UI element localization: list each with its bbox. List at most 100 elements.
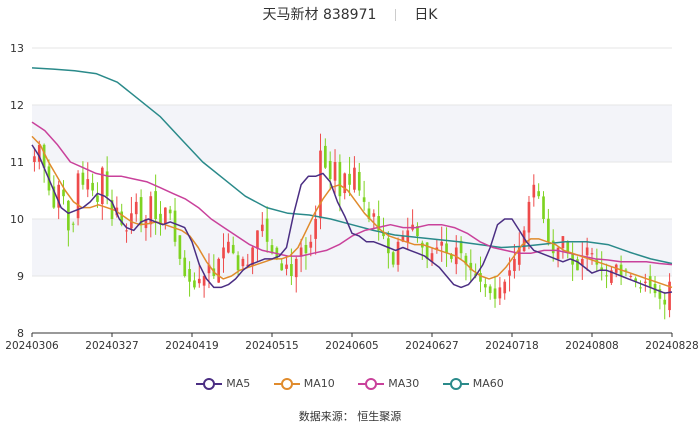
candle-body <box>96 195 99 202</box>
candle-body <box>222 247 225 259</box>
candle-body <box>173 210 177 242</box>
candle <box>663 291 667 320</box>
candle-body <box>328 160 332 180</box>
candle-body <box>168 209 172 214</box>
candle-body <box>319 150 322 219</box>
candle <box>91 173 94 197</box>
x-tick-label: 20240327 <box>85 340 138 352</box>
candle-body <box>391 252 395 265</box>
candle-body <box>493 288 497 299</box>
candle-body <box>154 191 157 219</box>
candle <box>653 276 657 298</box>
x-tick-label: 20240515 <box>245 340 298 352</box>
candle <box>343 172 347 200</box>
candle-body <box>527 201 531 233</box>
candle-body <box>86 179 90 190</box>
x-tick-label: 20240605 <box>325 340 378 352</box>
y-tick-label: 8 <box>17 327 24 340</box>
legend-label-ma10: MA10 <box>303 376 335 390</box>
candlestick-chart: 8910111213 20240306 20240327 20240419 20240… <box>5 42 699 352</box>
candle <box>294 256 298 293</box>
candle <box>484 278 487 297</box>
candle-body <box>285 264 288 269</box>
candle-body <box>294 258 298 278</box>
legend-swatch-ma60 <box>442 377 469 390</box>
candle-body <box>484 284 487 288</box>
candle-body <box>556 247 560 259</box>
candle <box>537 183 540 199</box>
y-tick-label: 10 <box>10 213 24 226</box>
candle <box>488 284 492 300</box>
candle-body <box>353 167 356 190</box>
candle <box>348 156 351 197</box>
candle-body <box>67 200 70 231</box>
candle <box>658 284 662 310</box>
candle-body <box>508 270 511 276</box>
candle-body <box>76 173 80 219</box>
candle-body <box>348 173 351 185</box>
legend-item-ma30[interactable]: MA30 <box>358 377 419 390</box>
candle <box>217 257 220 283</box>
candle-body <box>396 241 400 265</box>
legend-item-ma60[interactable]: MA60 <box>442 376 504 390</box>
y-tick-label: 11 <box>10 156 24 169</box>
legend-swatch-ma5 <box>196 377 223 390</box>
grid-band <box>32 105 672 162</box>
candle <box>62 180 65 205</box>
candle-body <box>532 184 536 198</box>
y-axis: 8 9 10 11 12 13 <box>10 42 24 340</box>
candle <box>362 180 366 211</box>
legend-item-ma10[interactable]: MA10 <box>273 376 335 390</box>
y-tick-label: 9 <box>17 270 24 283</box>
candle-body <box>362 197 366 202</box>
candle <box>338 154 342 212</box>
candle-body <box>183 257 187 276</box>
candle-body <box>663 299 667 305</box>
candle-body <box>338 161 342 197</box>
legend-label-ma30: MA30 <box>388 376 420 390</box>
legend-label-ma60: MA60 <box>472 376 504 390</box>
candle-body <box>193 280 196 288</box>
candle-body <box>605 275 608 277</box>
candle-body <box>498 287 502 299</box>
candle <box>644 273 647 292</box>
candle-body <box>324 145 327 168</box>
candle <box>503 279 507 300</box>
candle-body <box>139 197 143 225</box>
x-tick-label: 20240306 <box>5 340 59 352</box>
x-tick-label: 20240419 <box>165 340 218 352</box>
candle-body <box>231 244 235 254</box>
candle-body <box>314 219 317 239</box>
candle-body <box>260 224 264 232</box>
y-tick-label: 12 <box>10 99 24 112</box>
legend-swatch-ma10 <box>273 377 300 390</box>
candle <box>498 276 502 305</box>
legend-item-ma5[interactable]: MA5 <box>196 377 250 390</box>
candle-body <box>241 258 245 267</box>
candle-body <box>290 264 293 276</box>
x-axis: 20240306 20240327 20240419 20240515 20240605… <box>5 332 699 352</box>
candle-body <box>440 241 444 246</box>
candle-body <box>256 230 259 249</box>
candle <box>173 198 177 247</box>
candle-body <box>537 191 540 197</box>
candle-body <box>513 258 516 272</box>
candle <box>76 170 80 226</box>
candle-body <box>33 156 36 162</box>
candle-body <box>134 201 138 215</box>
candle <box>357 162 361 196</box>
data-source: 数据来源： 恒生聚源 <box>298 410 402 423</box>
y-tick-label: 13 <box>10 42 24 55</box>
candle-body <box>265 218 269 242</box>
candle-body <box>309 241 313 248</box>
x-tick-label: 20240718 <box>485 340 538 352</box>
candle <box>86 162 90 198</box>
candle <box>134 193 138 222</box>
candle-body <box>503 281 507 294</box>
candle-body <box>236 255 240 271</box>
candle-body <box>387 238 390 254</box>
candle-body <box>372 213 376 217</box>
candle-body <box>81 172 85 185</box>
candle-body <box>217 258 220 283</box>
candle <box>532 174 536 207</box>
